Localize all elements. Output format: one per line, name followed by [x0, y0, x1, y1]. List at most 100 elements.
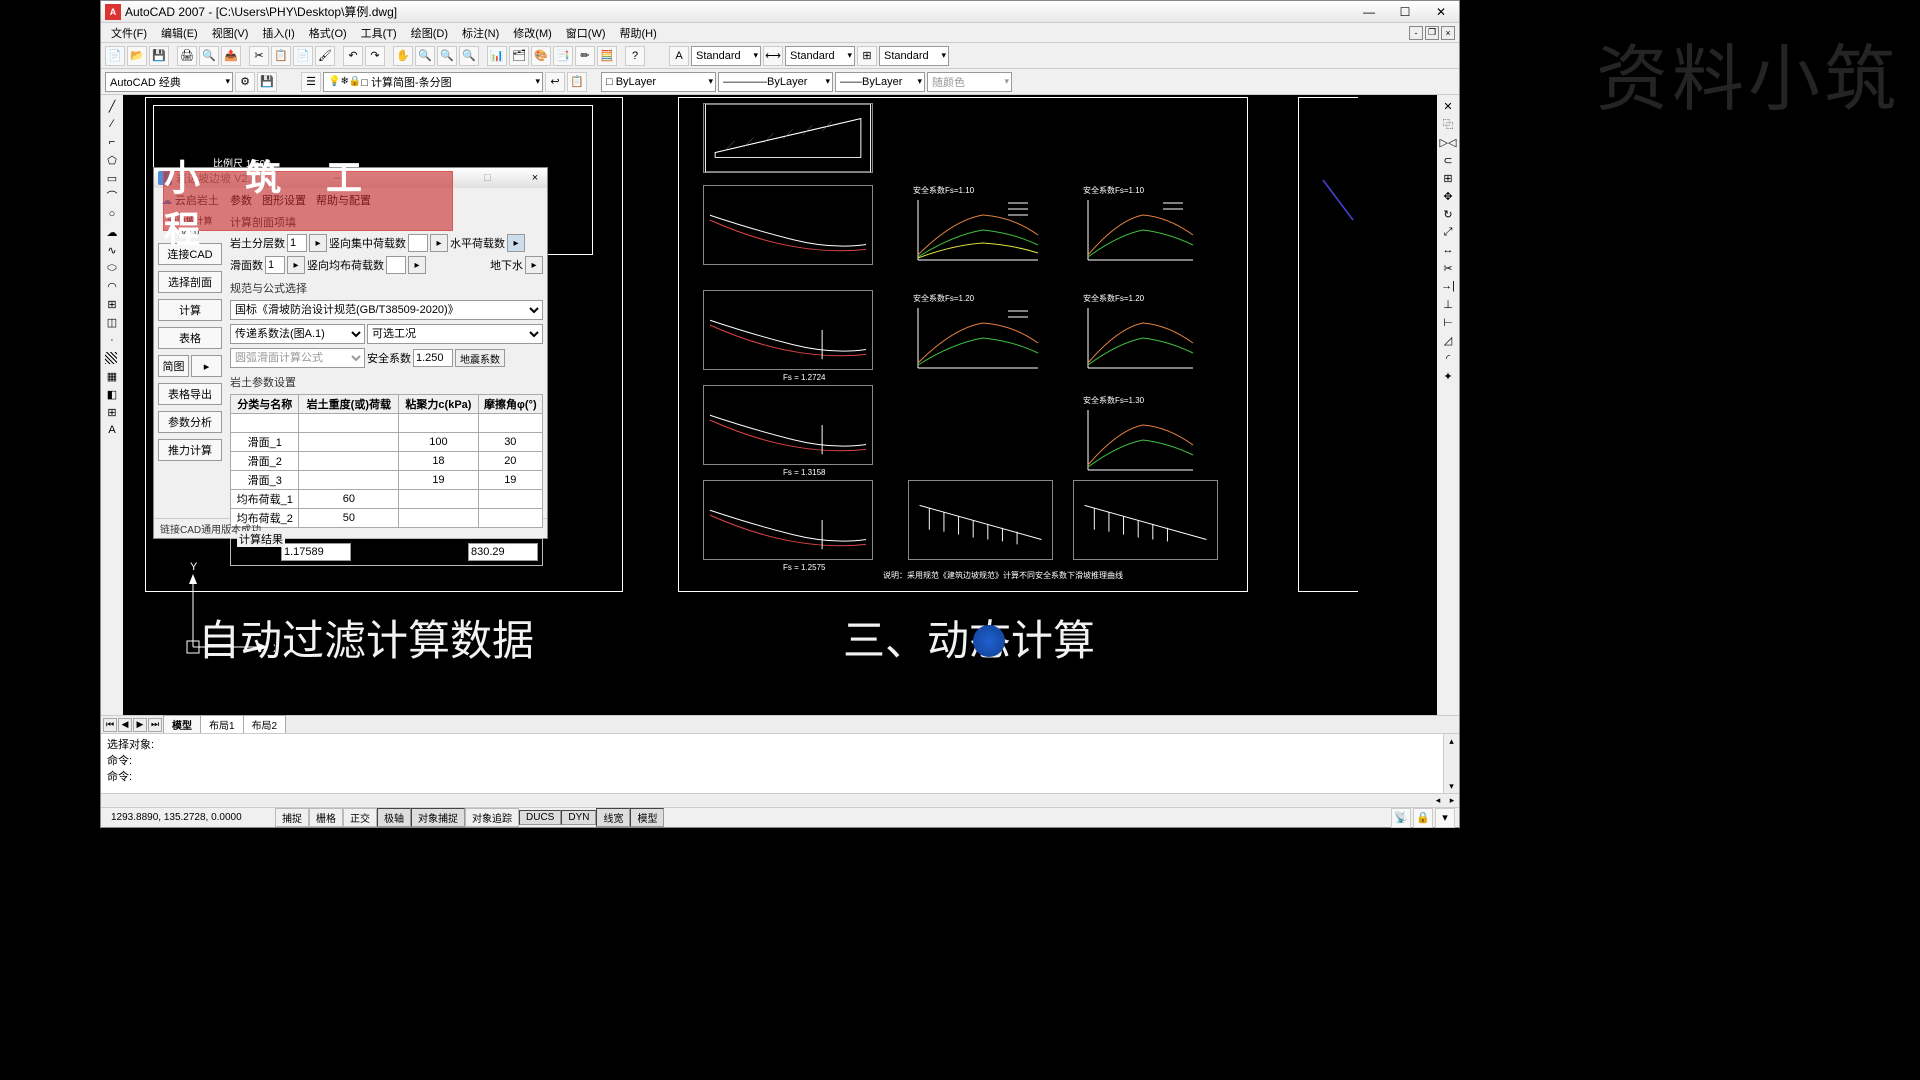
diagram-expand-button[interactable]: ▸: [191, 355, 222, 377]
layer-states-icon[interactable]: 📋: [567, 72, 587, 92]
layer-dropdown[interactable]: 💡❄🔒 □ 计算简图-条分图: [323, 72, 543, 92]
model-tab[interactable]: 模型: [163, 715, 201, 734]
mdi-restore-button[interactable]: ❐: [1425, 26, 1439, 40]
menu-draw[interactable]: 绘图(D): [405, 23, 454, 43]
save-icon[interactable]: 💾: [149, 46, 169, 66]
mtext-icon[interactable]: A: [102, 421, 122, 439]
snap-toggle[interactable]: 捕捉: [275, 808, 309, 827]
rotate-icon[interactable]: ↻: [1438, 205, 1458, 223]
join-icon[interactable]: ⊢: [1438, 313, 1458, 331]
tab-first-button[interactable]: ⏮: [103, 718, 117, 732]
array-icon[interactable]: ⊞: [1438, 169, 1458, 187]
line-icon[interactable]: ╱: [102, 97, 122, 115]
sheetset-icon[interactable]: 📑: [553, 46, 573, 66]
otrack-toggle[interactable]: 对象追踪: [465, 808, 519, 827]
table-cell[interactable]: [299, 471, 399, 490]
menu-dimension[interactable]: 标注(N): [456, 23, 505, 43]
table-cell[interactable]: [399, 509, 478, 528]
fillet-icon[interactable]: ◜: [1438, 349, 1458, 367]
table-icon[interactable]: ⊞: [102, 403, 122, 421]
table-cell[interactable]: [478, 509, 542, 528]
menu-help[interactable]: 帮助(H): [614, 23, 663, 43]
ellipsearc-icon[interactable]: ◠: [102, 277, 122, 295]
hload-btn[interactable]: ▸: [507, 234, 525, 252]
ortho-toggle[interactable]: 正交: [343, 808, 377, 827]
ellipse-icon[interactable]: ⬭: [102, 259, 122, 277]
mdi-close-button[interactable]: ×: [1441, 26, 1455, 40]
dim-style-dropdown[interactable]: Standard: [785, 46, 855, 66]
pan-icon[interactable]: ✋: [393, 46, 413, 66]
workspace-settings-icon[interactable]: ⚙: [235, 72, 255, 92]
polygon-icon[interactable]: ⬠: [102, 151, 122, 169]
scale-icon[interactable]: ⤢: [1438, 223, 1458, 241]
mirror-icon[interactable]: ▷◁: [1438, 133, 1458, 151]
xline-icon[interactable]: ∕: [102, 115, 122, 133]
chamfer-icon[interactable]: ◿: [1438, 331, 1458, 349]
layer-prev-icon[interactable]: ↩: [545, 72, 565, 92]
circle-icon[interactable]: ○: [102, 205, 122, 223]
open-icon[interactable]: 📂: [127, 46, 147, 66]
table-cell[interactable]: 100: [399, 433, 478, 452]
arc-dropdown[interactable]: 圆弧滑面计算公式: [230, 348, 365, 368]
grid-toggle[interactable]: 栅格: [309, 808, 343, 827]
table-cell[interactable]: 18: [399, 452, 478, 471]
export-table-button[interactable]: 表格导出: [158, 383, 222, 405]
table-cell[interactable]: [299, 433, 399, 452]
print-icon[interactable]: 🖨: [177, 46, 197, 66]
revcloud-icon[interactable]: ☁: [102, 223, 122, 241]
zoom-prev-icon[interactable]: 🔍: [437, 46, 457, 66]
spline-icon[interactable]: ∿: [102, 241, 122, 259]
copy-icon[interactable]: 📋: [271, 46, 291, 66]
toolpalette-icon[interactable]: 🎨: [531, 46, 551, 66]
spec-dropdown[interactable]: 国标《滑坡防治设计规范(GB/T38509-2020)》: [230, 300, 543, 320]
menu-view[interactable]: 视图(V): [206, 23, 255, 43]
menu-modify[interactable]: 修改(M): [507, 23, 558, 43]
explode-icon[interactable]: ✦: [1438, 367, 1458, 385]
condition-dropdown[interactable]: 可选工况: [367, 324, 543, 344]
menu-insert[interactable]: 插入(I): [256, 23, 300, 43]
markup-icon[interactable]: ✏: [575, 46, 595, 66]
stretch-icon[interactable]: ↔: [1438, 241, 1458, 259]
table-cell[interactable]: 0: [399, 414, 478, 433]
groundwater-btn[interactable]: ▸: [525, 256, 543, 274]
plotstyle-dropdown[interactable]: 随颜色: [927, 72, 1012, 92]
linetype-dropdown[interactable]: ———— ByLayer: [718, 72, 833, 92]
table-cell[interactable]: 60: [299, 490, 399, 509]
paste-icon[interactable]: 📄: [293, 46, 313, 66]
erase-icon[interactable]: ✕: [1438, 97, 1458, 115]
vdist-btn[interactable]: ▸: [408, 256, 426, 274]
tab-next-button[interactable]: ▶: [133, 718, 147, 732]
slip-surfaces-btn[interactable]: ▸: [287, 256, 305, 274]
quake-button[interactable]: 地震系数: [455, 349, 505, 367]
layout1-tab[interactable]: 布局1: [200, 715, 244, 734]
block-icon[interactable]: ⊞: [102, 295, 122, 313]
table-style-dropdown[interactable]: Standard: [879, 46, 949, 66]
move-icon[interactable]: ✥: [1438, 187, 1458, 205]
workspace-dropdown[interactable]: AutoCAD 经典: [105, 72, 233, 92]
table-cell[interactable]: 滑面_2: [231, 452, 299, 471]
color-dropdown[interactable]: □ ByLayer: [601, 72, 716, 92]
cmd-hscroll[interactable]: ◂▸: [101, 793, 1459, 807]
table-cell[interactable]: [299, 452, 399, 471]
close-button[interactable]: ✕: [1427, 4, 1455, 20]
menu-tools[interactable]: 工具(T): [355, 23, 403, 43]
table-cell[interactable]: 均布荷载_1: [231, 490, 299, 509]
table-cell[interactable]: 30: [478, 433, 542, 452]
drawing-canvas[interactable]: 比例尺 1:500 Fs = 1.2724 Fs = 1.3158: [123, 95, 1437, 715]
mdi-minimize-button[interactable]: -: [1409, 26, 1423, 40]
table-cell[interactable]: 0: [478, 414, 542, 433]
table-cell[interactable]: [399, 490, 478, 509]
new-icon[interactable]: 📄: [105, 46, 125, 66]
layer-manager-icon[interactable]: ☰: [301, 72, 321, 92]
help-icon[interactable]: ?: [625, 46, 645, 66]
menu-window[interactable]: 窗口(W): [560, 23, 612, 43]
menu-edit[interactable]: 编辑(E): [155, 23, 204, 43]
trim-icon[interactable]: ✂: [1438, 259, 1458, 277]
table-button[interactable]: 表格: [158, 327, 222, 349]
command-window[interactable]: 选择对象: 命令: 命令: ▴▾: [101, 733, 1459, 793]
status-comm-icon[interactable]: 📡: [1391, 808, 1411, 828]
table-cell[interactable]: 分层_1: [231, 414, 299, 433]
copy-obj-icon[interactable]: ⿻: [1438, 115, 1458, 133]
cmd-vscroll[interactable]: ▴▾: [1443, 734, 1459, 793]
lineweight-dropdown[interactable]: —— ByLayer: [835, 72, 925, 92]
